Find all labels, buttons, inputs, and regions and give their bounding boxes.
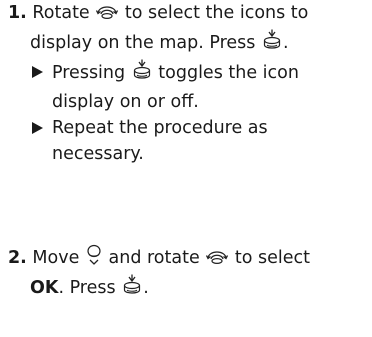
step-2: 2. Move and rotate to select OK. Press . xyxy=(8,244,372,304)
step-1-bullet-2: Repeat the procedure as necessary. xyxy=(8,115,372,167)
bullet-1-text: Pressing toggles the icon display on or … xyxy=(30,59,372,115)
step-1-text-rotate: Rotate xyxy=(32,3,90,23)
instruction-page: 1. Rotate to select the icons to display… xyxy=(0,0,372,337)
step-2-text-select: to select xyxy=(234,248,311,268)
ok-label: OK xyxy=(30,278,59,298)
step-2-text-rotate: and rotate xyxy=(108,248,200,268)
step-2-line-2: OK. Press . xyxy=(8,274,372,304)
bullet-1-line-2: display on or off. xyxy=(52,92,199,112)
step-2-line-1: 2. Move and rotate to select xyxy=(8,244,372,274)
dial-rotate-icon xyxy=(95,1,119,29)
step-2-number: 2. xyxy=(8,248,27,268)
dial-rotate-icon xyxy=(205,246,229,274)
bullet-1-text-a: Pressing xyxy=(52,63,126,83)
dial-press-icon xyxy=(131,59,153,89)
step-1-line-1: 1. Rotate to select the icons to xyxy=(8,0,372,29)
bullet-2-line-1: Repeat the procedure as xyxy=(52,118,268,138)
bullet-1-line-1: Pressing toggles the icon xyxy=(52,59,372,89)
step-2-period: . xyxy=(143,278,149,298)
step-1: 1. Rotate to select the icons to display… xyxy=(8,0,372,167)
step-1-number: 1. xyxy=(8,3,27,23)
step-2-text-move: Move xyxy=(32,248,80,268)
bullet-2-text: Repeat the procedure as necessary. xyxy=(30,115,372,167)
dial-press-icon xyxy=(261,29,283,59)
bullet-1-text-b: toggles the icon xyxy=(158,63,299,83)
dial-move-icon xyxy=(85,244,103,274)
step-1-text-display: display on the map. Press xyxy=(30,33,256,53)
bullet-triangle-icon xyxy=(32,122,43,134)
step-1-text-select: to select the icons to xyxy=(124,3,309,23)
step-2-text-press: . Press xyxy=(58,278,116,298)
bullet-2-line-2: necessary. xyxy=(52,144,144,164)
step-1-bullet-1: Pressing toggles the icon display on or … xyxy=(8,59,372,115)
dial-press-icon xyxy=(121,274,143,304)
step-1-period: . xyxy=(283,33,289,53)
step-1-line-2: display on the map. Press . xyxy=(8,29,372,59)
bullet-triangle-icon xyxy=(32,66,43,78)
